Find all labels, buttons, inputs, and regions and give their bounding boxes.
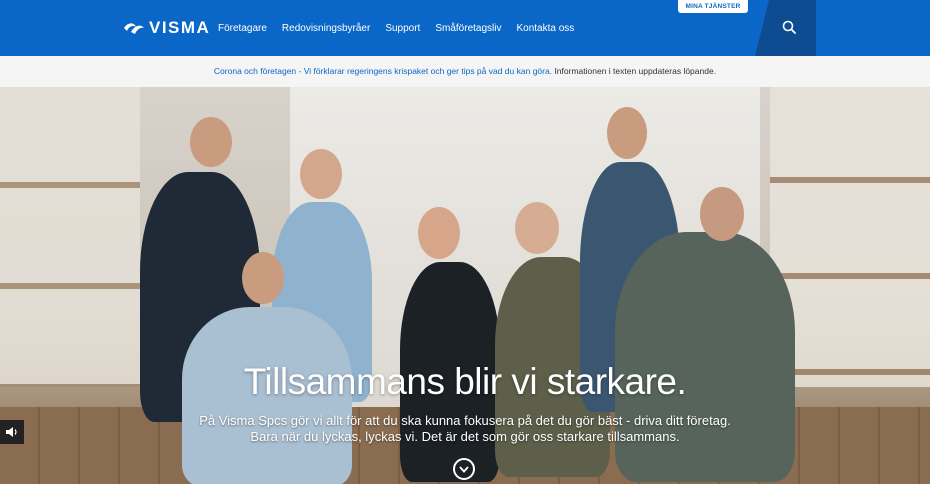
- visma-logo[interactable]: VISMA: [123, 18, 210, 38]
- speaker-icon: [6, 427, 17, 437]
- scroll-down-button[interactable]: [453, 458, 475, 480]
- nav-item-smaforetagsliv[interactable]: Småföretagsliv: [435, 23, 501, 34]
- nav-item-kontakta-oss[interactable]: Kontakta oss: [516, 23, 574, 34]
- person-7-head: [700, 187, 744, 241]
- search-button[interactable]: [755, 0, 816, 56]
- nav-item-foretagare[interactable]: Företagare: [218, 23, 267, 34]
- hero-subtext-line-2: Bara när du lyckas, lyckas vi. Det är de…: [250, 429, 680, 444]
- search-icon: [782, 20, 796, 34]
- hero-subtext-line-1: På Visma Spcs gör vi allt för att du ska…: [199, 413, 731, 428]
- visma-swirl-icon: [124, 23, 144, 34]
- person-6-head: [607, 107, 647, 159]
- person-4-head: [418, 207, 460, 259]
- info-note: Informationen i texten uppdateras löpand…: [552, 66, 717, 76]
- hero-subtext: På Visma Spcs gör vi allt för att du ska…: [180, 413, 750, 445]
- audio-toggle-button[interactable]: [0, 420, 24, 444]
- main-nav: Företagare Redovisningsbyråer Support Sm…: [218, 23, 589, 34]
- person-5-head: [515, 202, 559, 254]
- info-banner: Corona och företagen - Vi förklarar rege…: [0, 56, 930, 87]
- nav-item-support[interactable]: Support: [385, 23, 420, 34]
- nav-item-redovisningsbyraer[interactable]: Redovisningsbyråer: [282, 23, 370, 34]
- person-3-head: [242, 252, 284, 304]
- mina-tjanster-button[interactable]: MINA TJÄNSTER: [678, 0, 748, 13]
- window-left: [0, 87, 140, 387]
- logo-text: VISMA: [149, 18, 211, 37]
- site-header: VISMA Företagare Redovisningsbyråer Supp…: [0, 0, 930, 56]
- person-2-head: [300, 149, 342, 199]
- chevron-down-icon: [459, 465, 469, 473]
- hero-title: Tillsammans blir vi starkare.: [243, 361, 687, 402]
- hero-section: Tillsammans blir vi starkare. På Visma S…: [0, 87, 930, 484]
- corona-info-link[interactable]: Corona och företagen - Vi förklarar rege…: [214, 66, 552, 76]
- person-1-head: [190, 117, 232, 167]
